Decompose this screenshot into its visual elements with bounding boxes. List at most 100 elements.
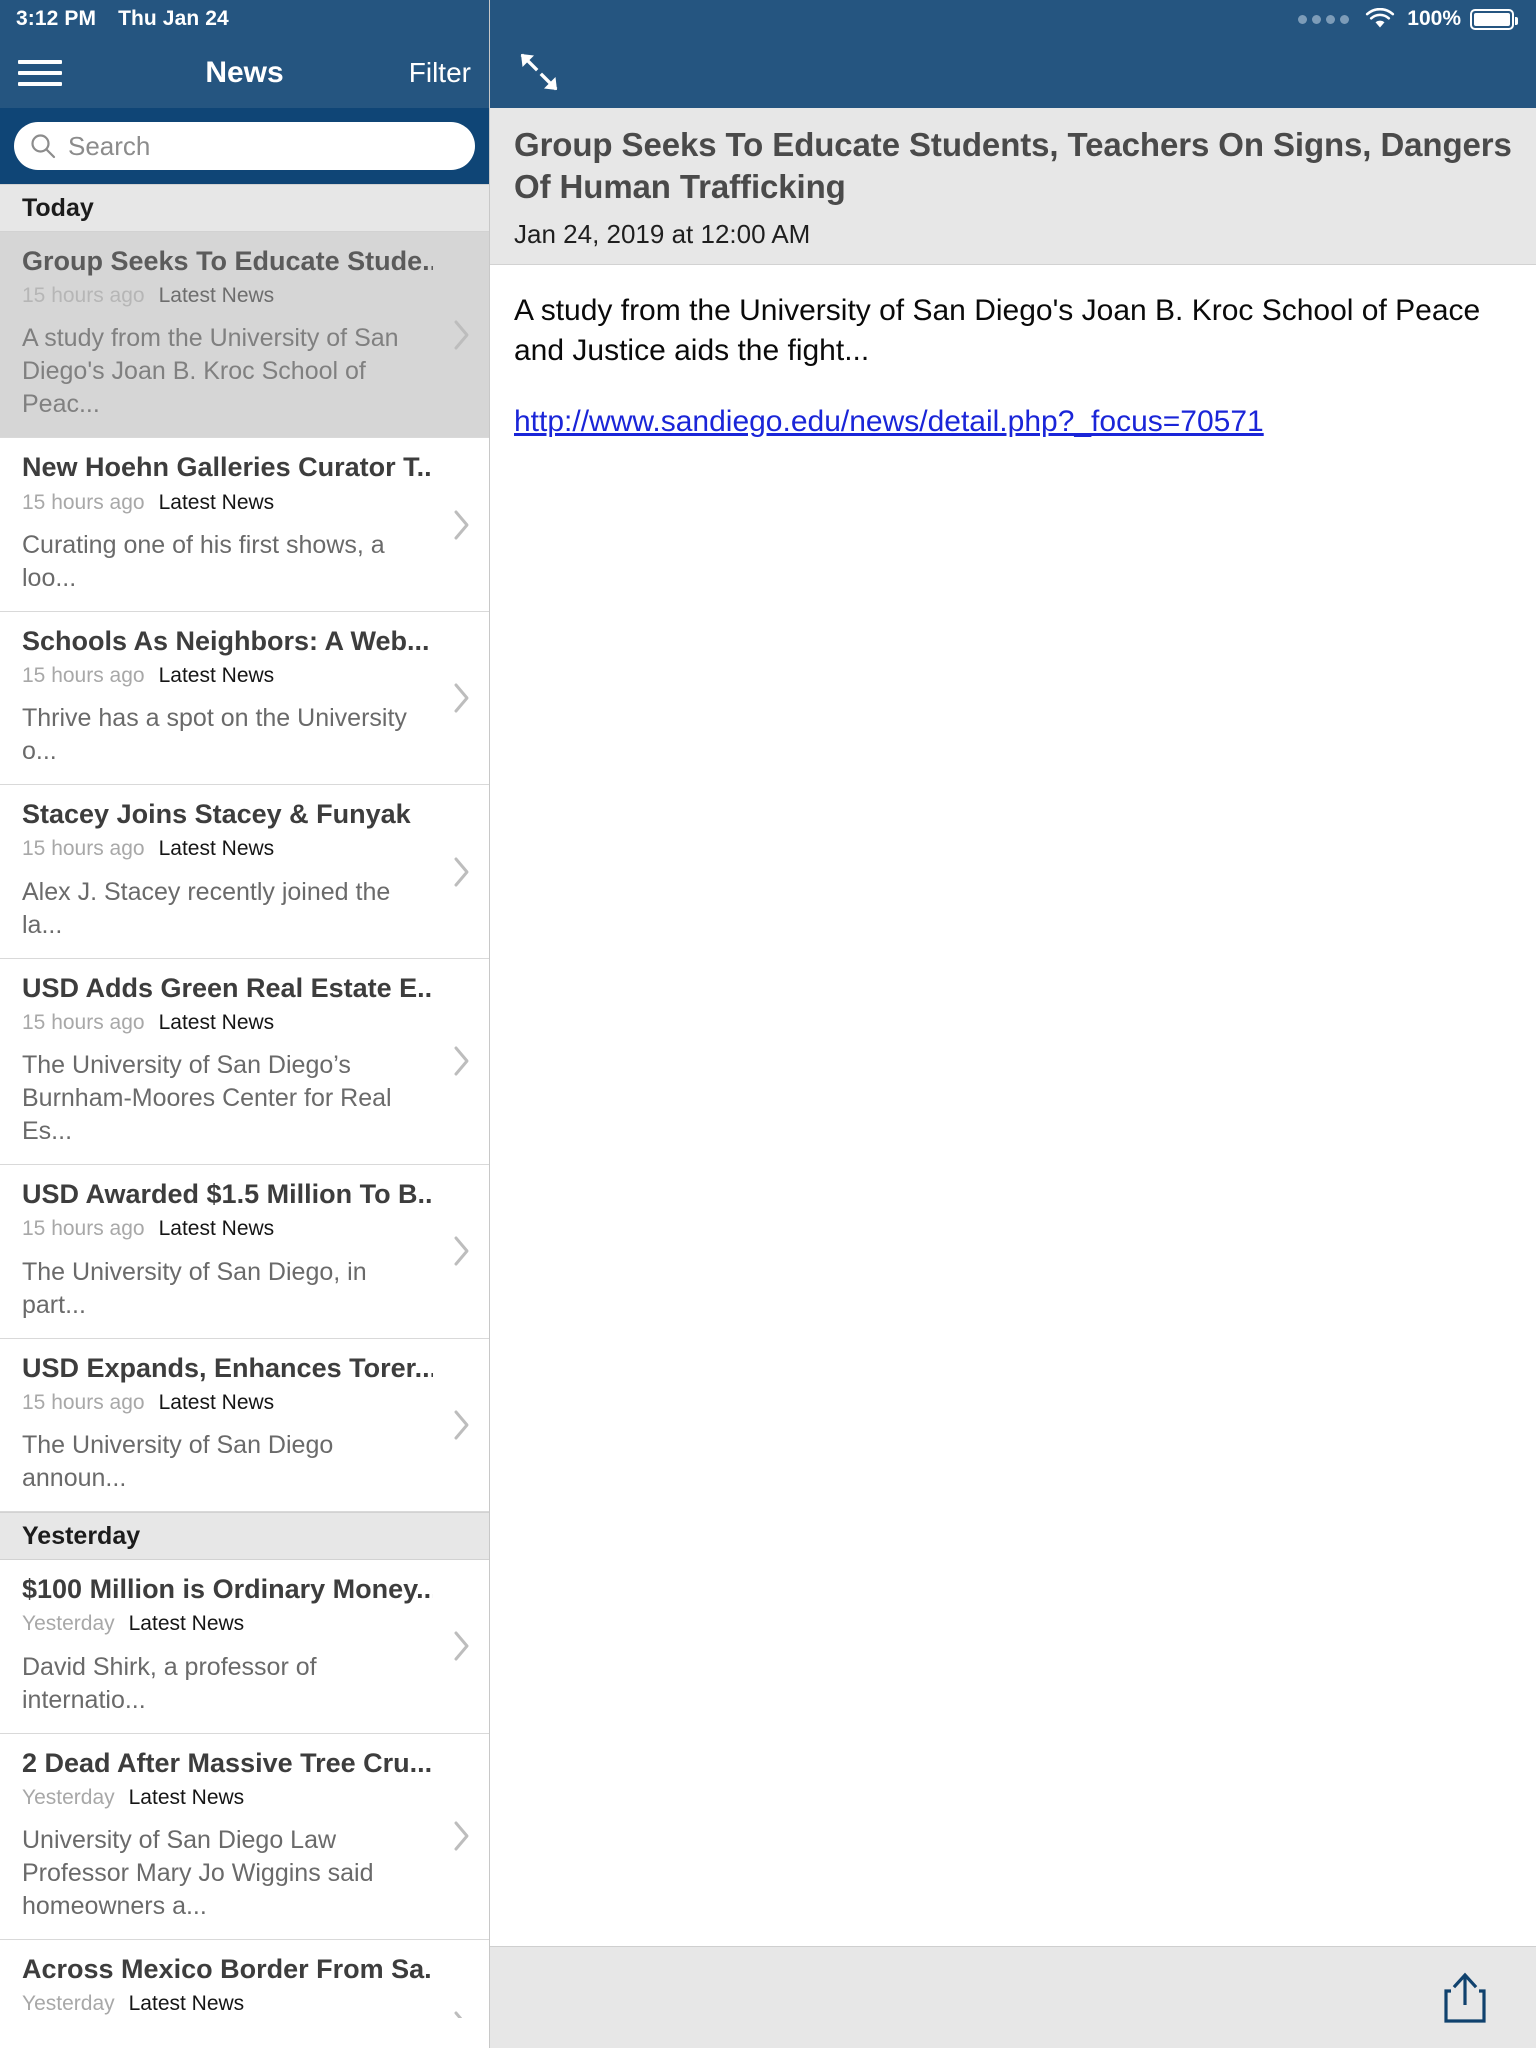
news-item-category: Latest News [128, 1992, 245, 2016]
expand-diagonal-arrows-icon[interactable] [514, 47, 566, 99]
news-item-snippet: The University of San Diego, in part... [22, 1257, 367, 1319]
section-header: Today [0, 184, 489, 232]
left-navbar: News Filter [0, 38, 489, 108]
news-item-snippet: David Shirk, a professor of internatio..… [22, 1652, 317, 1714]
status-bar-left: 3:12 PM Thu Jan 24 [0, 0, 489, 38]
news-item-meta: 15 hours ago Latest News [22, 489, 433, 517]
news-item-age: 15 hours ago [22, 284, 145, 308]
search-bar-container: Search [0, 108, 489, 184]
disclosure-chevron-icon [453, 856, 471, 888]
news-item-age: Yesterday [22, 1992, 115, 2016]
news-list-item[interactable]: Stacey Joins Stacey & Funyak 15 hours ago… [0, 785, 489, 959]
news-list-item[interactable]: $100 Million is Ordinary Money... Yesterd… [0, 1560, 489, 1734]
news-list-item[interactable]: Group Seeks To Educate Stude... 15 hours … [0, 232, 489, 439]
filter-button[interactable]: Filter [409, 57, 471, 89]
disclosure-chevron-icon [453, 319, 471, 351]
news-item-snippet: The University of San Diego announ... [22, 1431, 334, 1493]
news-item-meta: 15 hours ago Latest News [22, 1009, 433, 1037]
news-app-split-view: 3:12 PM Thu Jan 24 News Filter Search To… [0, 0, 1536, 2048]
news-item-meta: 15 hours ago Latest News [22, 1215, 433, 1243]
news-list-item[interactable]: USD Adds Green Real Estate E... 15 hours … [0, 958, 489, 1166]
search-icon [30, 133, 56, 159]
news-item-age: 15 hours ago [22, 663, 145, 687]
news-item-snippet: University of San Diego Law Professor Ma… [22, 1825, 374, 1920]
article-detail-pane: 100% Group Seeks To Educate Students, Te… [490, 0, 1536, 2048]
news-item-age: 15 hours ago [22, 1217, 145, 1241]
news-item-meta: Yesterday Latest News [22, 1784, 433, 1812]
news-item-title: Schools As Neighbors: A Web... [22, 625, 430, 656]
news-item-category: Latest News [158, 1390, 275, 1414]
news-list-item[interactable]: USD Awarded $1.5 Million To B... 15 hours… [0, 1165, 489, 1339]
news-item-meta: 15 hours ago Latest News [22, 1389, 433, 1417]
news-item-title: $100 Million is Ordinary Money... [22, 1574, 433, 1605]
news-item-age: Yesterday [22, 1612, 115, 1636]
news-item-age: 15 hours ago [22, 1010, 145, 1034]
news-item-meta: 15 hours ago Latest News [22, 835, 433, 863]
news-item-meta: Yesterday Latest News [22, 1610, 433, 1638]
news-item-meta: Yesterday Latest News [22, 1990, 433, 2018]
news-item-category: Latest News [158, 837, 275, 861]
status-time: 3:12 PM [16, 7, 97, 30]
news-item-title: Group Seeks To Educate Stude... [22, 246, 433, 276]
news-item-meta: 15 hours ago Latest News [22, 282, 433, 310]
news-item-category: Latest News [158, 1010, 275, 1034]
news-item-title: 2 Dead After Massive Tree Cru... [22, 1747, 433, 1778]
hamburger-menu-icon[interactable] [18, 60, 62, 86]
article-summary-text: A study from the University of San Diego… [514, 293, 1481, 368]
news-item-snippet: A study from the University of San Diego… [22, 324, 399, 419]
news-item-age: 15 hours ago [22, 1390, 145, 1414]
disclosure-chevron-icon [453, 1630, 471, 1662]
article-body: A study from the University of San Diego… [490, 264, 1536, 1946]
news-item-snippet: Alex J. Stacey recently joined the la... [22, 877, 391, 939]
news-item-category: Latest News [158, 490, 275, 514]
news-item-title: Stacey Joins Stacey & Funyak [22, 799, 411, 830]
article-source-link[interactable]: http://www.sandiego.edu/news/detail.php?… [514, 402, 1512, 443]
news-item-title: USD Adds Green Real Estate E... [22, 972, 433, 1003]
news-item-category: Latest News [158, 284, 275, 308]
news-item-age: Yesterday [22, 1785, 115, 1809]
news-item-category: Latest News [128, 1785, 245, 1809]
article-title: Group Seeks To Educate Students, Teacher… [514, 126, 1512, 205]
news-list-item[interactable]: USD Expands, Enhances Torer... 15 hours a… [0, 1338, 489, 1513]
status-date: Thu Jan 24 [118, 7, 229, 30]
disclosure-chevron-icon [453, 1235, 471, 1267]
battery-full-icon [1470, 8, 1518, 30]
disclosure-chevron-icon [453, 1409, 471, 1441]
status-bar-right: 100% [490, 0, 1536, 38]
battery-percent-label: 100% [1407, 7, 1461, 30]
news-item-snippet: The University of San Diego’s Burnham-Mo… [22, 1051, 392, 1146]
search-placeholder: Search [68, 130, 151, 161]
disclosure-chevron-icon [453, 509, 471, 541]
news-list-pane: 3:12 PM Thu Jan 24 News Filter Search To… [0, 0, 490, 2048]
search-input[interactable]: Search [14, 122, 475, 170]
article-header: Group Seeks To Educate Students, Teacher… [490, 108, 1536, 265]
news-item-title: USD Expands, Enhances Torer... [22, 1352, 433, 1383]
news-item-snippet: Curating one of his first shows, a loo..… [22, 530, 385, 592]
signal-dots-icon [1298, 14, 1350, 24]
news-item-title: New Hoehn Galleries Curator T... [22, 452, 433, 483]
disclosure-chevron-icon [453, 682, 471, 714]
news-item-snippet: Thrive has a spot on the University o... [22, 704, 407, 766]
news-item-age: 15 hours ago [22, 837, 145, 861]
disclosure-chevron-icon [453, 1045, 471, 1077]
news-item-category: Latest News [128, 1612, 245, 1636]
news-item-title: Across Mexico Border From Sa... [22, 1953, 433, 1984]
news-item-title: USD Awarded $1.5 Million To B... [22, 1179, 433, 1210]
news-list[interactable]: Today Group Seeks To Educate Stude... 15 h… [0, 184, 489, 2018]
disclosure-chevron-icon [453, 2010, 471, 2018]
news-list-item[interactable]: Across Mexico Border From Sa... Yesterday… [0, 1939, 489, 2018]
news-list-item[interactable]: Schools As Neighbors: A Web... 15 hours a… [0, 611, 489, 786]
article-date: Jan 24, 2019 at 12:00 AM [514, 218, 811, 249]
news-list-item[interactable]: New Hoehn Galleries Curator T... 15 hours… [0, 438, 489, 612]
news-item-meta: 15 hours ago Latest News [22, 662, 433, 690]
right-navbar [490, 38, 1536, 108]
news-item-age: 15 hours ago [22, 490, 145, 514]
article-bottom-toolbar [490, 1946, 1536, 2048]
news-item-category: Latest News [158, 1217, 275, 1241]
share-upload-icon[interactable] [1442, 1971, 1488, 2025]
disclosure-chevron-icon [453, 1820, 471, 1852]
wifi-icon [1365, 8, 1395, 30]
news-item-category: Latest News [158, 663, 275, 687]
news-list-item[interactable]: 2 Dead After Massive Tree Cru... Yesterda… [0, 1733, 489, 1940]
section-header: Yesterday [0, 1512, 489, 1561]
